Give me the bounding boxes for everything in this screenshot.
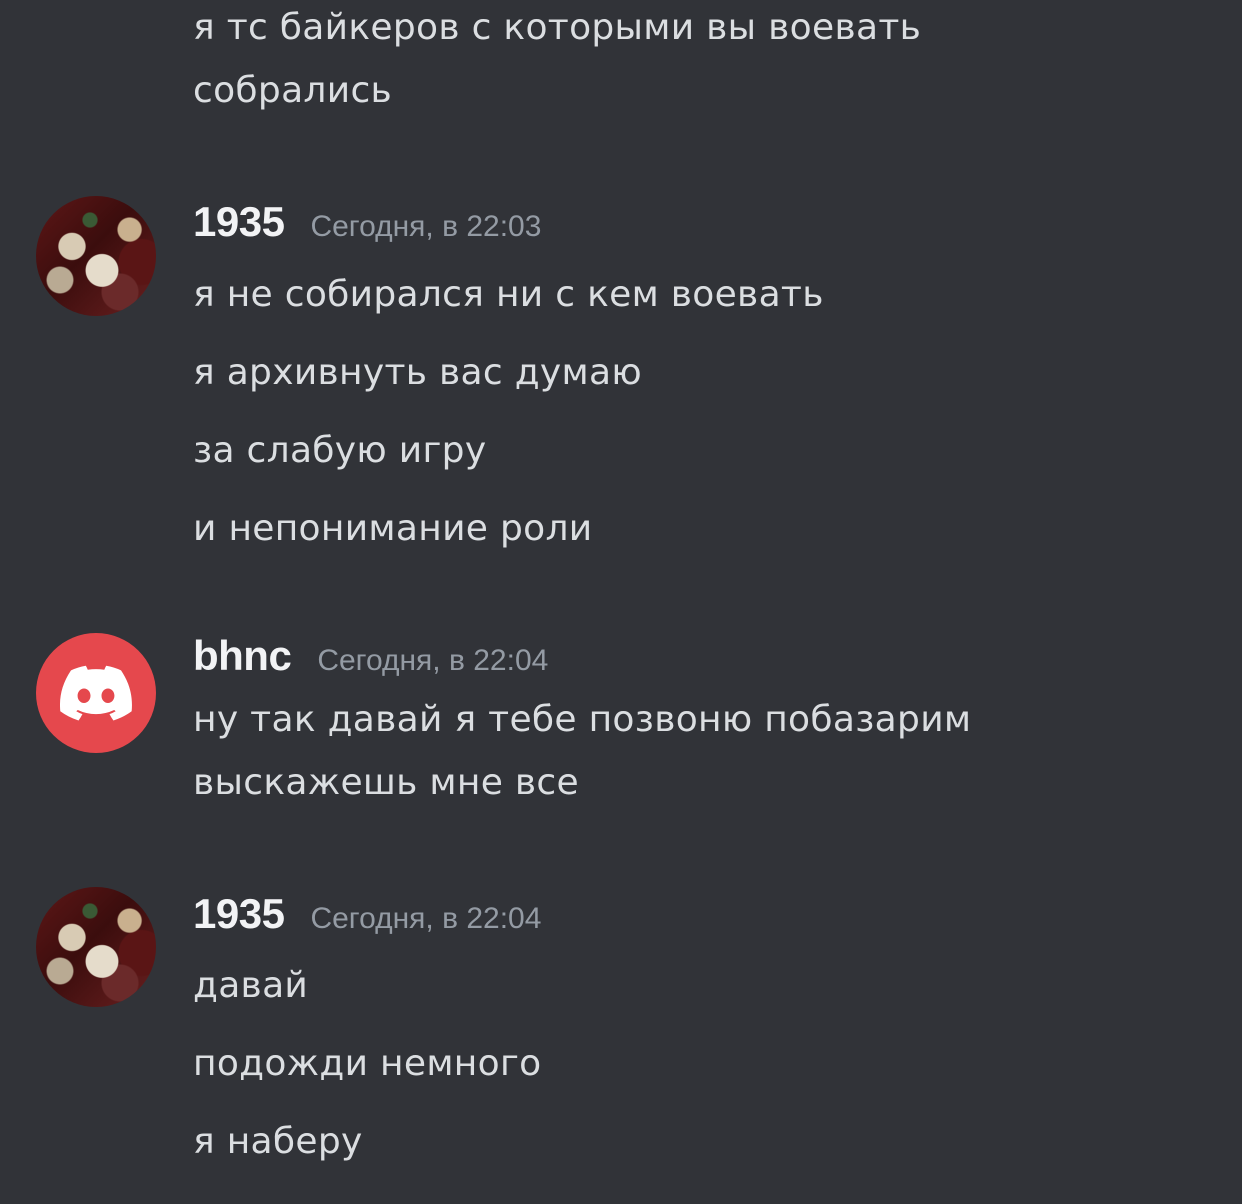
message-text: ну так давай я тебе позвоню побазарим (193, 699, 972, 740)
username[interactable]: 1935 (193, 198, 285, 246)
message-text: и непонимание роли (193, 508, 593, 549)
message-text: собрались (193, 70, 393, 111)
message-text: я архивнуть вас думаю (193, 352, 642, 393)
message-timestamp: Сегодня, в 22:04 (310, 902, 542, 935)
user-avatar[interactable] (36, 196, 156, 316)
discord-logo-icon (60, 665, 132, 721)
chat-message-list: я тс байкеров с которыми вы воевать собр… (0, 0, 1242, 1204)
username[interactable]: bhnc (193, 632, 292, 680)
message-timestamp: Сегодня, в 22:04 (317, 644, 549, 677)
user-avatar[interactable] (36, 887, 156, 1007)
username[interactable]: 1935 (193, 890, 285, 938)
message-header: 1935 Сегодня, в 22:03 (193, 198, 541, 251)
message-text: выскажешь мне все (193, 762, 579, 803)
message-timestamp: Сегодня, в 22:03 (310, 210, 542, 243)
message-text: я не собирался ни с кем воевать (193, 274, 824, 315)
message-text: за слабую игру (193, 430, 487, 471)
message-header: bhnc Сегодня, в 22:04 (193, 632, 548, 685)
message-text: давай (193, 965, 309, 1006)
user-avatar[interactable] (36, 633, 156, 753)
message-text: подожди немного (193, 1043, 542, 1084)
message-text: я тс байкеров с которыми вы воевать (193, 7, 922, 48)
message-text: я наберу (193, 1121, 363, 1162)
message-header: 1935 Сегодня, в 22:04 (193, 890, 541, 943)
